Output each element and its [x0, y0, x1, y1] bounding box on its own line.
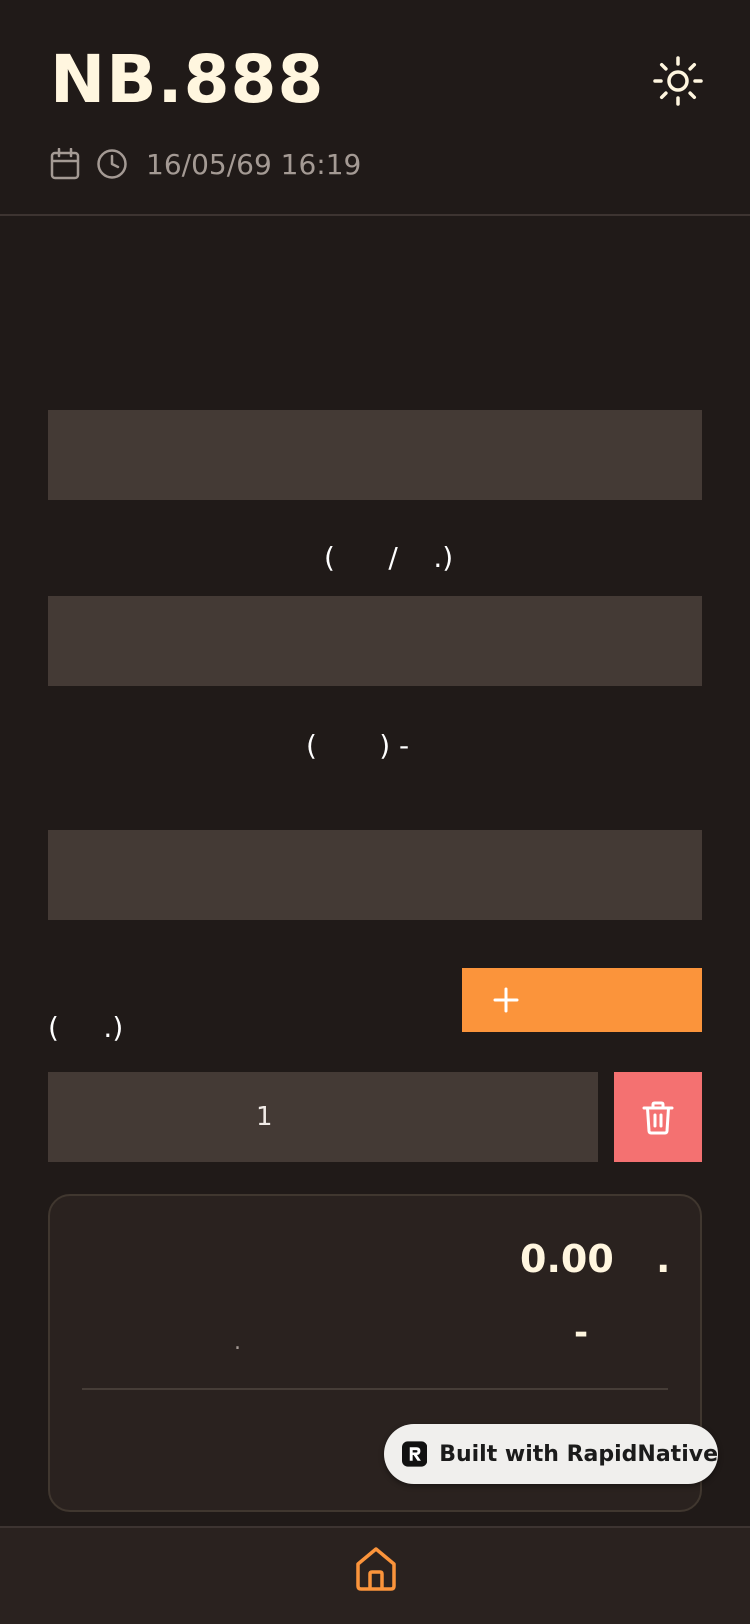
- field-3-label: ( ) -: [306, 729, 410, 762]
- datetime-text: 16/05/69 16:19: [146, 147, 362, 181]
- delete-item-button[interactable]: [614, 1072, 702, 1162]
- discount-value: -: [574, 1313, 589, 1353]
- clock-icon: [97, 149, 127, 179]
- built-with-badge[interactable]: Built with RapidNative: [384, 1424, 718, 1484]
- items-label: ( .): [48, 1011, 124, 1044]
- input-field-2[interactable]: [48, 596, 702, 686]
- trash-icon: [642, 1101, 674, 1135]
- quantity-field[interactable]: 1: [48, 1072, 598, 1162]
- field-2-label: ( / .): [324, 541, 454, 574]
- card-divider: [82, 1388, 668, 1390]
- input-field-1[interactable]: [48, 410, 702, 500]
- datetime-row: 16/05/69 16:19: [50, 144, 361, 184]
- app-title: NB.888: [50, 41, 325, 118]
- bottom-nav: [0, 1526, 750, 1624]
- discount-label: .: [234, 1330, 241, 1355]
- add-item-button[interactable]: [462, 968, 702, 1032]
- input-field-1-control[interactable]: [48, 410, 702, 500]
- home-icon[interactable]: [354, 1546, 398, 1592]
- sun-icon[interactable]: [652, 55, 704, 107]
- calendar-icon: [50, 148, 80, 180]
- input-field-3-control[interactable]: [48, 830, 702, 920]
- badge-text: Built with RapidNative: [439, 1441, 718, 1467]
- quantity-value: 1: [256, 1102, 273, 1132]
- total-unit: .: [656, 1237, 671, 1281]
- rapidnative-logo-icon: [402, 1441, 428, 1467]
- input-field-2-control[interactable]: [48, 596, 702, 686]
- app-header: NB.888 16/05/69 16:19: [0, 0, 750, 216]
- plus-icon: [493, 987, 519, 1013]
- input-field-3[interactable]: [48, 830, 702, 920]
- total-amount: 0.00: [520, 1237, 614, 1281]
